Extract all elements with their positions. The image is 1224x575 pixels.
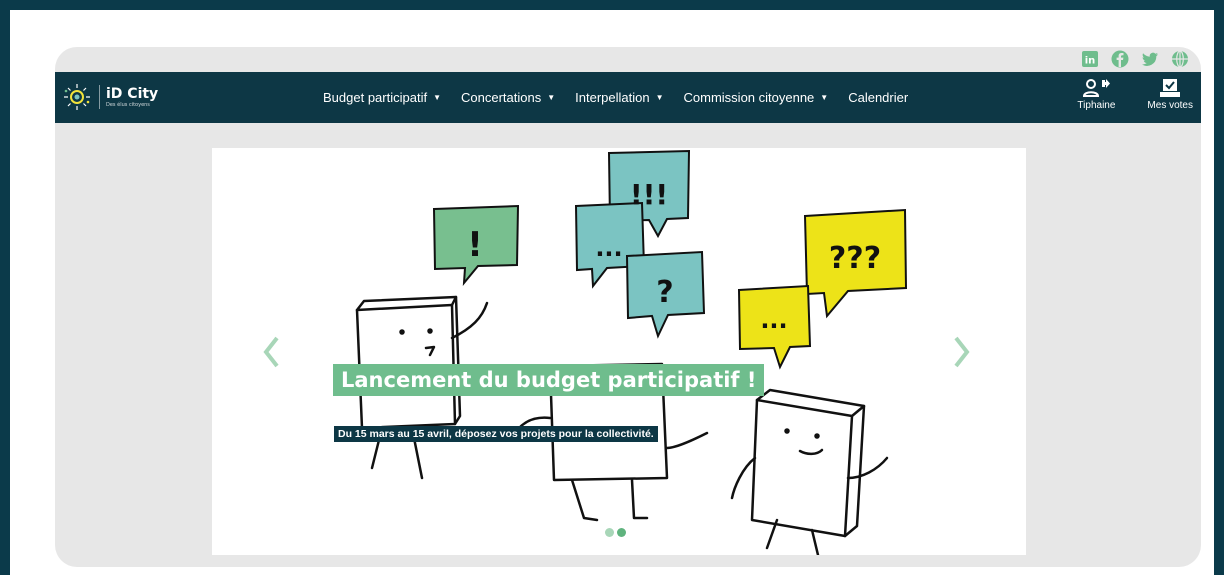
my-votes-label: Mes votes — [1147, 100, 1193, 111]
nav-concertations[interactable]: Concertations ▼ — [461, 90, 555, 105]
nav-calendrier[interactable]: Calendrier — [848, 90, 908, 105]
nav-label: Calendrier — [848, 90, 909, 105]
user-account-button[interactable]: Tiphaine — [1077, 78, 1115, 111]
user-area: Tiphaine Mes votes — [1077, 78, 1193, 111]
caret-down-icon: ▼ — [547, 93, 556, 102]
site-card: in iD City Des élus citoyens Budget part… — [55, 47, 1201, 567]
main-navbar: iD City Des élus citoyens Budget partici… — [55, 72, 1201, 123]
logo-text: iD City Des élus citoyens — [106, 87, 158, 108]
chevron-left-icon — [263, 336, 279, 368]
nav-budget-participatif[interactable]: Budget participatif ▼ — [323, 90, 441, 105]
facebook-icon[interactable] — [1111, 50, 1129, 68]
caret-down-icon: ▼ — [820, 93, 829, 102]
logo-divider — [99, 85, 100, 109]
carousel-next-button[interactable] — [952, 334, 972, 370]
page-canvas: in iD City Des élus citoyens Budget part… — [10, 10, 1214, 575]
svg-text:in: in — [1085, 56, 1096, 67]
bubble-text: ? — [656, 275, 673, 310]
nav-commission-citoyenne[interactable]: Commission citoyenne ▼ — [684, 90, 829, 105]
slide-subtitle: Du 15 mars au 15 avril, déposez vos proj… — [334, 426, 658, 442]
nav-label: Budget participatif — [323, 90, 428, 105]
nav-label: Interpellation — [575, 90, 650, 105]
caret-down-icon: ▼ — [655, 93, 664, 102]
bubble-text: ! — [467, 225, 483, 265]
brand-name: iD City — [106, 85, 159, 102]
carousel-dot-active[interactable] — [617, 528, 626, 537]
linkedin-icon[interactable]: in — [1081, 50, 1099, 68]
site-logo[interactable]: iD City Des élus citoyens — [61, 78, 158, 116]
chevron-right-icon — [954, 336, 970, 368]
main-menu: Budget participatif ▼ Concertations ▼ In… — [323, 72, 928, 123]
brand-tagline: Des élus citoyens — [106, 101, 150, 108]
carousel-dot[interactable] — [605, 528, 614, 537]
bubble-text: ... — [760, 306, 787, 334]
slide-title[interactable]: Lancement du budget participatif ! — [333, 364, 765, 396]
globe-icon[interactable] — [1171, 50, 1189, 68]
carousel-indicators — [605, 528, 626, 537]
nav-label: Commission citoyenne — [683, 90, 815, 105]
user-name: Tiphaine — [1077, 100, 1116, 111]
nav-label: Concertations — [461, 90, 542, 105]
caret-down-icon: ▼ — [433, 93, 441, 102]
browser-frame: in iD City Des élus citoyens Budget part… — [0, 0, 1224, 575]
bubble-text: ??? — [829, 241, 881, 276]
bubble-text: ... — [595, 234, 622, 262]
social-links: in — [1081, 47, 1189, 71]
logo-icon — [64, 84, 90, 110]
hero-carousel: ! !!! ... ? ??? ... Lancement du budget … — [212, 148, 1026, 555]
user-logout-icon — [1083, 79, 1111, 97]
carousel-prev-button[interactable] — [261, 334, 281, 370]
nav-interpellation[interactable]: Interpellation ▼ — [575, 90, 663, 105]
twitter-icon[interactable] — [1141, 50, 1159, 68]
my-votes-button[interactable]: Mes votes — [1147, 78, 1193, 111]
bubble-text: !!! — [630, 178, 668, 211]
ballot-box-icon — [1160, 79, 1181, 97]
carousel-illustration: ! !!! ... ? ??? ... — [355, 149, 908, 555]
